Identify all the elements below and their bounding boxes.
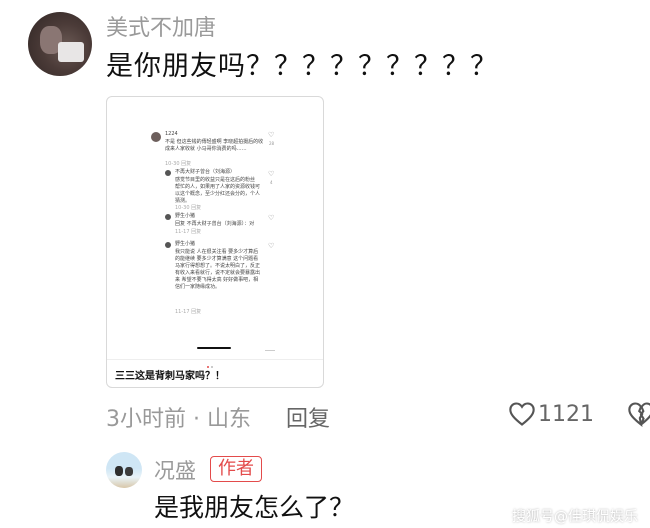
broken-heart-icon[interactable] bbox=[626, 400, 650, 428]
embedded-avatar bbox=[165, 214, 171, 220]
embedded-divider bbox=[265, 350, 275, 351]
reply-button[interactable]: 回复 bbox=[286, 401, 330, 433]
reply-text: 是我朋友怎么了？ bbox=[154, 493, 355, 522]
embedded-username: 野生小猪 bbox=[175, 241, 196, 247]
heart-outline-icon[interactable] bbox=[508, 400, 536, 428]
embedded-heart-icon: ♡ bbox=[268, 242, 275, 250]
reply-avatar[interactable] bbox=[106, 452, 142, 488]
embedded-comment-meta: 11-17 回复 bbox=[175, 229, 202, 235]
like-count: 1121 bbox=[538, 402, 594, 427]
embedded-username: 野生小猪 bbox=[175, 213, 196, 219]
commenter-username[interactable]: 美式不加唐 bbox=[106, 10, 216, 42]
embedded-avatar bbox=[151, 132, 161, 142]
embedded-like-count: 4 bbox=[270, 180, 273, 185]
embedded-home-indicator bbox=[197, 347, 231, 349]
embedded-heart-icon: ♡ bbox=[268, 170, 275, 178]
screenshot-caption: 三三这是背刺马家吗？！ bbox=[115, 371, 225, 382]
embedded-comment-text: 回复 不再大财子曾台（刘海源）：对 bbox=[175, 221, 255, 227]
embedded-heart-icon: ♡ bbox=[268, 131, 275, 139]
commenter-avatar[interactable] bbox=[28, 12, 92, 76]
avatar-object bbox=[58, 42, 84, 62]
embedded-comment-text: 不是 但这些钱的傳轻盛啊 李晓超拍摄后的收成来人家收就 小马哥你消费的吗…… bbox=[165, 139, 264, 152]
embedded-username: 1224 bbox=[165, 131, 178, 137]
embedded-comment-meta: 10-30 回复 bbox=[175, 205, 202, 211]
embedded-heart-icon: ♡ bbox=[268, 214, 275, 222]
embedded-like-count: 28 bbox=[269, 141, 275, 146]
avatar-figure bbox=[125, 467, 133, 476]
comment-text: 是你朋友吗？？？？？？？？？ bbox=[106, 51, 498, 82]
embedded-comment-text: 感觉节目里的收益只是在这后的粉丝 帮忙的人，如果用了人家的资源收钱可以这个概念，… bbox=[175, 177, 261, 204]
embedded-comment-meta: 11-17 回复 bbox=[175, 309, 202, 315]
embedded-screenshot-card[interactable]: 1224 不是 但这些钱的傳轻盛啊 李晓超拍摄后的收成来人家收就 小马哥你消费的… bbox=[106, 96, 324, 388]
avatar-figure bbox=[115, 466, 123, 476]
embedded-avatar bbox=[165, 170, 171, 176]
reply-username[interactable]: 况盛 bbox=[154, 455, 196, 485]
caption-divider bbox=[107, 359, 323, 360]
carousel-dots bbox=[207, 353, 219, 368]
author-badge: 作者 bbox=[210, 456, 262, 482]
embedded-comment-meta: 10-30 回复 bbox=[165, 161, 192, 167]
embedded-username: 不再大财子曾台（刘海源） bbox=[175, 169, 236, 175]
embedded-screenshot-content: 1224 不是 但这些钱的傳轻盛啊 李晓超拍摄后的收成来人家收就 小马哥你消费的… bbox=[107, 97, 323, 368]
embedded-avatar bbox=[165, 242, 171, 248]
watermark: 搜狐号@佳琪侃娱乐 bbox=[512, 509, 638, 525]
comment-time-location: 3小时前 · 山东 bbox=[106, 407, 251, 432]
embedded-comment-text: 我只能说 人在很关注看 要多少才算后的能继续 要多少才算满意 这个问题看马家行得… bbox=[175, 249, 261, 290]
